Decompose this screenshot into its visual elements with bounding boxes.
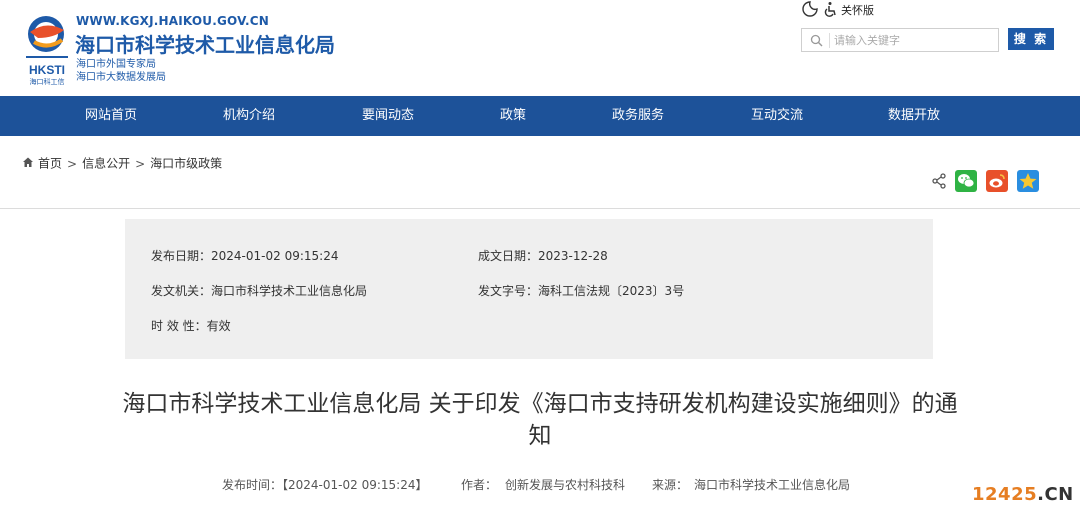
meta-validity-value: 有效 (206, 319, 231, 333)
meta-publish-date-label: 发布日期： (151, 249, 212, 263)
sub-name-big-data: 海口市大数据发展局 (76, 72, 166, 83)
main-nav: 网站首页 机构介绍 要闻动态 政策 政务服务 互动交流 数据开放 (0, 96, 1080, 136)
doc-source: 来源： 海口市科学技术工业信息化局 (652, 476, 850, 493)
doc-publish-time-value: 【2024-01-02 09:15:24】 (282, 478, 428, 492)
meta-issuer-label: 发文机关： (151, 284, 212, 298)
meta-created-date-label: 成文日期： (478, 249, 539, 263)
watermark-number: 12425 (972, 484, 1038, 505)
document-title: 海口市科学技术工业信息化局 关于印发《海口市支持研发机构建设实施细则》的通知 (122, 391, 958, 449)
breadcrumb-home[interactable]: 首页 (38, 157, 62, 171)
search-divider (829, 33, 830, 48)
search-icon (810, 34, 823, 47)
home-icon (23, 157, 33, 167)
nav-item-news[interactable]: 要闻动态 (333, 96, 443, 136)
logo-caption: 海口科工信 (30, 77, 65, 86)
content-divider (0, 208, 1080, 209)
weibo-icon[interactable] (986, 170, 1008, 192)
doc-publish-time-label: 发布时间： (222, 478, 283, 492)
doc-author-value: 创新发展与农村科技科 (505, 478, 626, 492)
wheelchair-icon[interactable] (822, 1, 838, 17)
doc-author-label: 作者： (461, 478, 498, 492)
breadcrumb: 首页 > 信息公开 > 海口市级政策 (22, 155, 222, 171)
breadcrumb-separator: > (67, 156, 78, 171)
search-input[interactable] (834, 30, 994, 50)
share-icon[interactable] (930, 172, 948, 190)
logo-icon[interactable]: HKSTI 海口科工信 (24, 12, 70, 86)
logo-text: HKSTI (29, 63, 65, 77)
meta-publish-date: 发布日期：2024-01-02 09:15:24 (151, 247, 338, 264)
meta-validity-label: 时 效 性： (151, 319, 207, 333)
site-header: HKSTI 海口科工信 WWW.KGXJ.HAIKOU.GOV.CN 海口市科学… (0, 0, 1080, 96)
meta-validity: 时 效 性：有效 (151, 317, 231, 334)
search-button[interactable]: 搜 索 (1008, 28, 1054, 50)
contrast-icon[interactable] (802, 1, 818, 17)
doc-author: 作者： 创新发展与农村科技科 (461, 476, 625, 493)
breadcrumb-info-public[interactable]: 信息公开 (82, 157, 130, 171)
nav-item-interaction[interactable]: 互动交流 (722, 96, 832, 136)
nav-item-policy[interactable]: 政策 (458, 96, 568, 136)
doc-publish-time: 发布时间：【2024-01-02 09:15:24】 (222, 476, 427, 493)
breadcrumb-city-policy[interactable]: 海口市级政策 (150, 157, 222, 171)
meta-issuer: 发文机关：海口市科学技术工业信息化局 (151, 282, 367, 299)
meta-doc-number-value: 海科工信法规〔2023〕3号 (538, 284, 685, 298)
doc-source-value: 海口市科学技术工业信息化局 (694, 478, 851, 492)
doc-source-label: 来源： (652, 478, 689, 492)
nav-item-about[interactable]: 机构介绍 (194, 96, 304, 136)
meta-created-date-value: 2023-12-28 (538, 249, 608, 263)
qzone-icon[interactable] (1017, 170, 1039, 192)
meta-doc-number-label: 发文字号： (478, 284, 539, 298)
site-name[interactable]: 海口市科学技术工业信息化局 (75, 29, 335, 58)
care-mode-link[interactable]: 关怀版 (841, 2, 874, 18)
nav-item-services[interactable]: 政务服务 (583, 96, 693, 136)
breadcrumb-separator: > (135, 156, 146, 171)
document-meta-box: 发布日期：2024-01-02 09:15:24 成文日期：2023-12-28… (125, 219, 933, 359)
watermark: 12425.CN (972, 484, 1074, 505)
watermark-tld: CN (1044, 484, 1074, 505)
site-url: WWW.KGXJ.HAIKOU.GOV.CN (76, 14, 270, 28)
meta-publish-date-value: 2024-01-02 09:15:24 (211, 249, 339, 263)
wechat-icon[interactable] (955, 170, 977, 192)
meta-created-date: 成文日期：2023-12-28 (478, 247, 608, 264)
nav-item-open-data[interactable]: 数据开放 (859, 96, 969, 136)
meta-issuer-value: 海口市科学技术工业信息化局 (211, 284, 368, 298)
nav-item-home[interactable]: 网站首页 (56, 96, 166, 136)
search-box (801, 28, 999, 52)
meta-doc-number: 发文字号：海科工信法规〔2023〕3号 (478, 282, 684, 299)
